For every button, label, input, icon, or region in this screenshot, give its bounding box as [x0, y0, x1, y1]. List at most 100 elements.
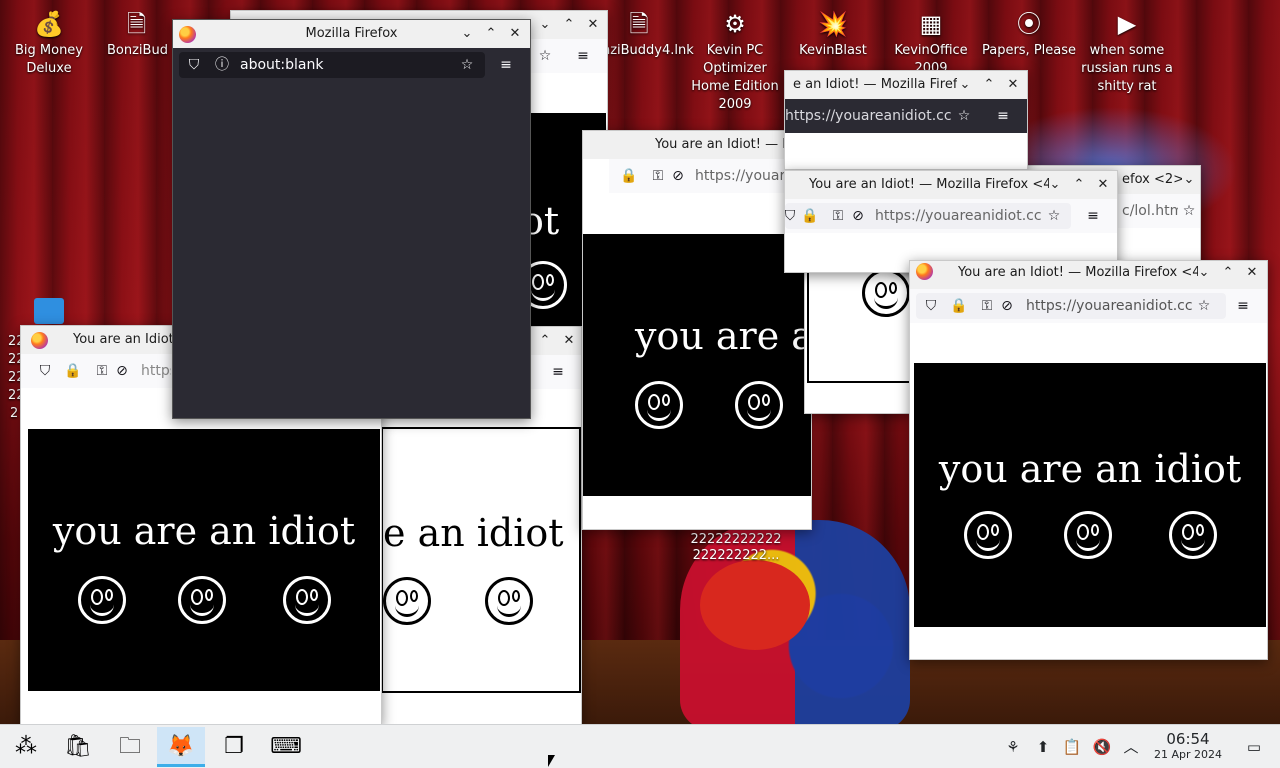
windows-icon: ❐	[224, 734, 244, 759]
desktop-icon-kevinoffice[interactable]: ▦ KevinOffice 2009	[883, 8, 979, 78]
desktop-icon-rat-video[interactable]: ▶ when some russian runs a shitty rat	[1079, 8, 1175, 96]
browser-window-center[interactable]: You are an Idiot! — Mo 🔒 ⚿ ⊘ https://you…	[582, 130, 812, 530]
smiley-icon	[78, 576, 126, 624]
virtual-desktops-button[interactable]: ❐	[210, 727, 258, 767]
menu-icon[interactable]: ≡	[1234, 297, 1252, 315]
url-text[interactable]: https://youareanidiot.cc	[875, 207, 1043, 225]
shield-icon[interactable]: ⛉	[922, 297, 940, 315]
browser-window-blank[interactable]: Mozilla Firefox ⌄ ⌃ ✕ ⛉ ⓘ about:blank ☆ …	[172, 19, 531, 419]
close-icon[interactable]: ✕	[1242, 263, 1262, 283]
page-content-black: you are an idiot	[914, 363, 1266, 627]
taskbar: ⁂ 🛍 🗀 🦊 ❐ ⌨ ⚘ ⬆ 📋 🔇 ︿ 06:54 21 Apr 2024 …	[0, 724, 1280, 768]
menu-icon[interactable]: ≡	[574, 47, 592, 65]
info-icon[interactable]: ⓘ	[213, 56, 231, 74]
close-icon[interactable]: ✕	[559, 331, 579, 351]
app-launcher-button[interactable]: ⁂	[2, 727, 50, 767]
tracking-off-icon[interactable]: ⊘	[849, 207, 867, 225]
browser-toolbar: https://youareanidiot.cc ☆ ≡	[785, 99, 1027, 133]
minimize-icon[interactable]: ⌄	[955, 75, 975, 95]
window-titlebar[interactable]: You are an Idiot! — Mo	[583, 131, 811, 159]
shield-icon[interactable]: ⛉	[185, 56, 203, 74]
maximize-icon[interactable]: ⌃	[979, 75, 999, 95]
maximize-icon[interactable]: ⌃	[535, 331, 555, 351]
minimize-icon[interactable]: ⌄	[1179, 170, 1199, 190]
close-icon[interactable]: ✕	[583, 15, 603, 35]
url-text[interactable]: about:blank	[240, 56, 440, 74]
smiley-icon	[283, 576, 331, 624]
clock[interactable]: 06:54 21 Apr 2024	[1148, 731, 1228, 762]
tracking-off-icon[interactable]: ⊘	[998, 297, 1016, 315]
show-desktop-icon[interactable]: ▭	[1244, 737, 1264, 757]
bookmark-star-icon[interactable]: ☆	[1180, 202, 1198, 220]
menu-icon[interactable]: ≡	[497, 56, 515, 74]
desktop-icon-papers-please[interactable]: ⦿ Papers, Please	[981, 8, 1077, 60]
permissions-icon[interactable]: ⚿	[93, 362, 111, 380]
firefox-task-button[interactable]: 🦊	[157, 727, 205, 767]
lock-icon[interactable]: 🔒	[64, 362, 82, 380]
clipboard-icon[interactable]: 📋	[1062, 737, 1082, 757]
chevron-up-icon[interactable]: ︿	[1121, 737, 1141, 757]
page-content-black: you are an	[583, 234, 812, 496]
smiley-icon	[735, 381, 783, 429]
volume-muted-icon[interactable]: 🔇	[1092, 737, 1112, 757]
bookmark-star-icon[interactable]: ☆	[1195, 297, 1213, 315]
desktop-icon-big-money[interactable]: 💰 Big Money Deluxe	[1, 8, 97, 78]
minimize-icon[interactable]: ⌄	[1045, 175, 1065, 195]
minimize-icon[interactable]: ⌄	[535, 15, 555, 35]
money-bag-icon: 💰	[34, 10, 64, 38]
minimize-icon[interactable]: ⌄	[457, 24, 477, 44]
maximize-icon[interactable]: ⌃	[559, 15, 579, 35]
maximize-icon[interactable]: ⌃	[1218, 263, 1238, 283]
lock-icon[interactable]: 🔒	[620, 167, 638, 185]
minimize-icon[interactable]: ⌄	[1194, 263, 1214, 283]
bookmark-star-icon[interactable]: ☆	[458, 56, 476, 74]
browser-window-top-right[interactable]: e an Idiot! — Mozilla Firefox ⌄ ⌃ ✕ http…	[784, 70, 1028, 170]
shield-icon[interactable]: ⛉	[785, 207, 799, 225]
folder-icon: 🗀	[118, 734, 141, 759]
file-manager-button[interactable]: 🗀	[106, 727, 154, 767]
bookmark-star-icon[interactable]: ☆	[1045, 207, 1063, 225]
terminal-button[interactable]: ⌨	[262, 727, 310, 767]
bookmark-star-icon[interactable]: ☆	[955, 107, 973, 125]
desktop-icon-kevinblast[interactable]: 💥 KevinBlast	[785, 8, 881, 60]
menu-icon[interactable]: ≡	[994, 107, 1012, 125]
window-titlebar[interactable]: You are an Idiot! — Mozilla Firefox <4> …	[785, 171, 1117, 199]
window-titlebar[interactable]: You are an Idiot! — Mozilla Firefox <4> …	[910, 261, 1267, 289]
maximize-icon[interactable]: ⌃	[481, 24, 501, 44]
permissions-icon[interactable]: ⚿	[978, 297, 996, 315]
maximize-icon[interactable]: ⌃	[1069, 175, 1089, 195]
shield-icon[interactable]: ⛉	[36, 362, 54, 380]
desktop-icon-bonzibuddy[interactable]: 🗎 BonziBud	[97, 8, 177, 60]
window-title: You are an Idiot! — Mozilla Firefox <4>	[809, 177, 1049, 192]
network-icon[interactable]: ⚘	[1003, 737, 1023, 757]
url-text[interactable]: https	[141, 362, 171, 380]
desktop-icon-kevin-pc-optimizer[interactable]: ⚙ Kevin PC Optimizer Home Edition 2009	[687, 8, 783, 114]
close-icon[interactable]: ✕	[1003, 75, 1023, 95]
desktop-folder-icon[interactable]	[34, 298, 64, 324]
smiley-icon	[383, 577, 431, 625]
discover-store-button[interactable]: 🛍	[54, 727, 102, 767]
menu-icon[interactable]: ≡	[549, 363, 567, 381]
lock-icon[interactable]: 🔒	[801, 207, 819, 225]
desktop-file-label[interactable]: 22222222222 222222222...	[688, 532, 784, 564]
menu-icon[interactable]: ≡	[1084, 207, 1102, 225]
updates-icon[interactable]: ⬆	[1033, 737, 1053, 757]
url-text[interactable]: c/lol.htm	[1122, 202, 1178, 220]
window-titlebar[interactable]: Mozilla Firefox ⌄ ⌃ ✕	[173, 20, 530, 48]
url-text[interactable]: https://youareanidiot.cc	[785, 107, 953, 125]
idiot-text: you are an	[635, 314, 812, 358]
browser-window-right-big[interactable]: You are an Idiot! — Mozilla Firefox <4> …	[909, 260, 1268, 660]
bookmark-star-icon[interactable]: ☆	[536, 47, 554, 65]
firefox-icon: 🦊	[167, 734, 195, 759]
url-text[interactable]: https://youareanidiot.cc	[1026, 297, 1194, 315]
close-icon[interactable]: ✕	[1093, 175, 1113, 195]
browser-window-firefox-4[interactable]: You are an Idiot! — Mozilla Firefox <4> …	[784, 170, 1118, 273]
window-titlebar[interactable]: e an Idiot! — Mozilla Firefox ⌄ ⌃ ✕	[785, 71, 1027, 99]
tracking-off-icon[interactable]: ⊘	[669, 167, 687, 185]
page-content-white: e an idiot	[381, 427, 581, 693]
permissions-icon[interactable]: ⚿	[649, 167, 667, 185]
permissions-icon[interactable]: ⚿	[829, 207, 847, 225]
close-icon[interactable]: ✕	[505, 24, 525, 44]
tracking-off-icon[interactable]: ⊘	[113, 362, 131, 380]
lock-icon[interactable]: 🔒	[950, 297, 968, 315]
